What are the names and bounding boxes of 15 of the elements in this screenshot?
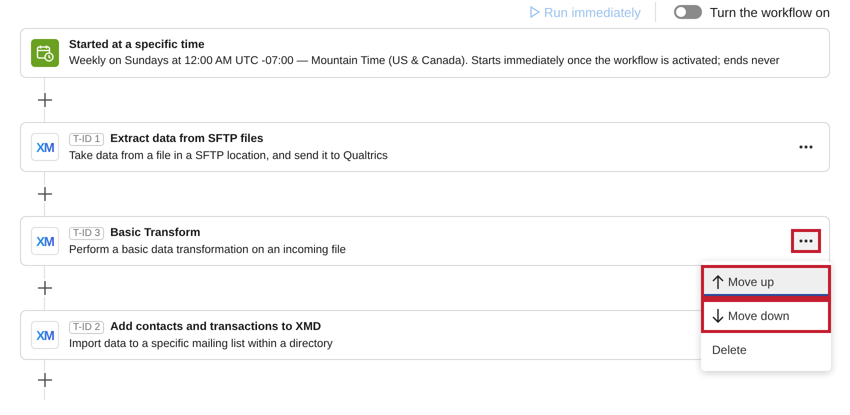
task-id-tag: T-ID 2 xyxy=(69,320,104,334)
task-description: Perform a basic data transformation on an incoming file xyxy=(69,244,346,256)
task-title: Add contacts and transactions to XMD xyxy=(110,321,322,333)
trigger-description: Weekly on Sundays at 12:00 AM UTC -07:00 — Mountain Time (US & Canada). Starts immediately once the workflow is activated; ends never xyxy=(69,55,780,67)
xm-logo: XM xyxy=(31,321,59,349)
task-id-tag: T-ID 1 xyxy=(69,132,104,146)
trigger-title: Started at a specific time xyxy=(69,39,204,51)
task-title: Extract data from SFTP files xyxy=(110,133,264,145)
task-title: Basic Transform xyxy=(110,227,200,239)
xm-logo: XM xyxy=(31,227,59,255)
task-id-tag: T-ID 3 xyxy=(69,226,104,240)
task-description: Import data to a specific mailing list within a directory xyxy=(69,338,333,350)
toggle-label: Turn the workflow on xyxy=(710,4,830,20)
task-description: Take data from a file in a SFTP location, and send it to Qualtrics xyxy=(69,150,388,162)
xm-logo: XM xyxy=(31,133,59,161)
